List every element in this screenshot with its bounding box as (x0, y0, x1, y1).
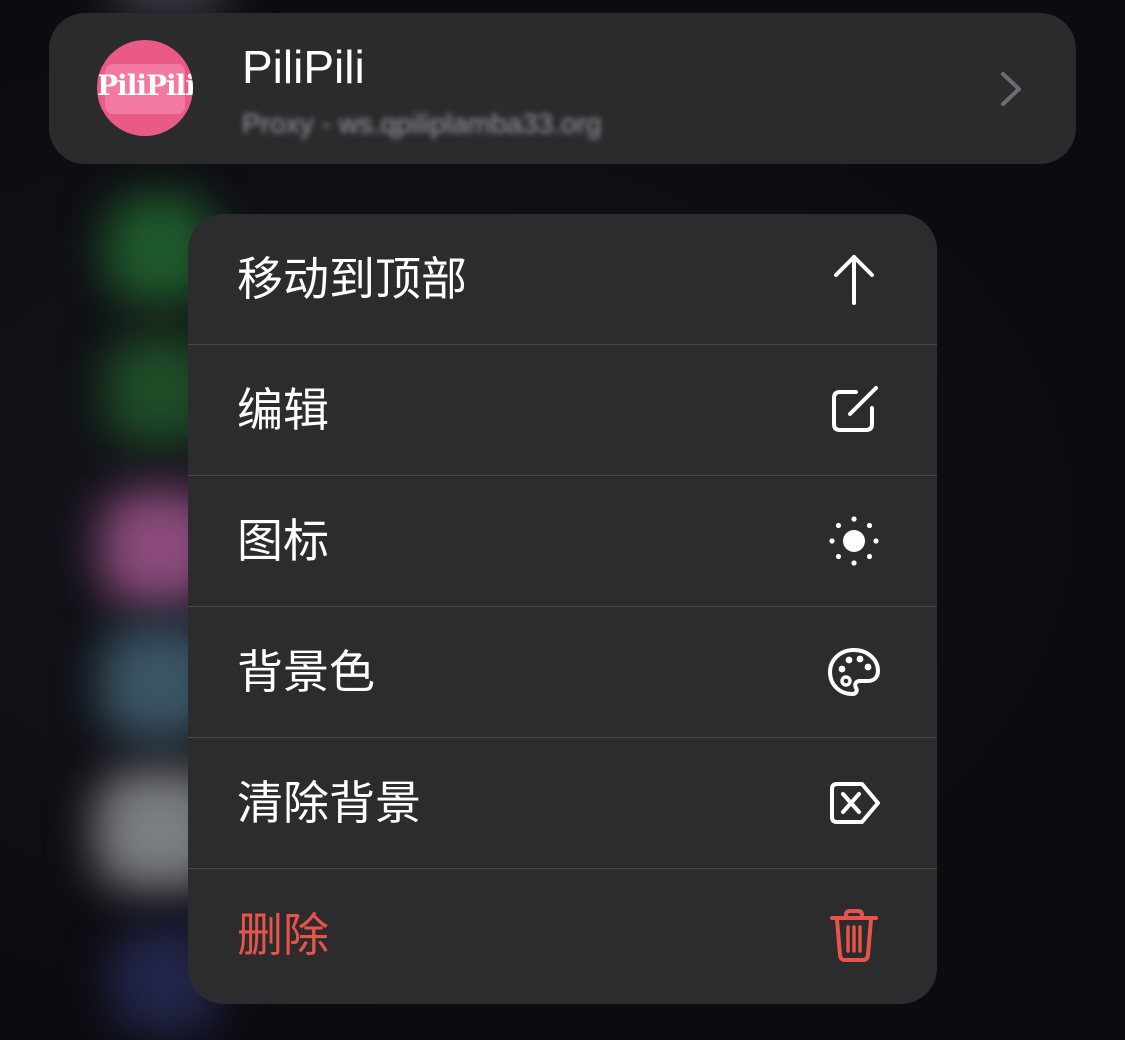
menu-item-move-to-top[interactable]: 移动到顶部 (188, 214, 937, 345)
menu-item-delete[interactable]: 删除 (188, 869, 937, 1001)
menu-item-label: 清除背景 (237, 776, 421, 830)
menu-item-label: 编辑 (237, 383, 329, 437)
palette-icon (828, 648, 880, 696)
arrow-up-icon (834, 255, 874, 305)
app-preview-card[interactable]: PiliPili PiliPili Proxy - ws.qpiliplamba… (49, 13, 1076, 164)
menu-item-background-color[interactable]: 背景色 (188, 607, 937, 738)
sun-icon (829, 516, 879, 566)
menu-item-label: 删除 (237, 908, 329, 962)
trash-icon (830, 909, 878, 962)
menu-item-edit[interactable]: 编辑 (188, 345, 937, 476)
app-icon: PiliPili (97, 40, 193, 136)
clear-tag-icon (830, 782, 880, 824)
edit-square-icon (832, 386, 878, 432)
app-icon-logo: PiliPili (97, 69, 193, 102)
menu-item-icon[interactable]: 图标 (188, 476, 937, 607)
menu-item-label: 移动到顶部 (237, 252, 467, 306)
app-subtitle: Proxy - ws.qpiliplamba33.org (242, 108, 602, 139)
menu-item-label: 背景色 (237, 645, 375, 699)
context-menu: 移动到顶部 编辑 图标 背景色 清除背景 删除 (188, 214, 937, 1004)
menu-item-label: 图标 (237, 514, 329, 568)
chevron-right-icon (1001, 72, 1021, 106)
app-title: PiliPili (242, 41, 365, 93)
menu-item-clear-background[interactable]: 清除背景 (188, 738, 937, 869)
